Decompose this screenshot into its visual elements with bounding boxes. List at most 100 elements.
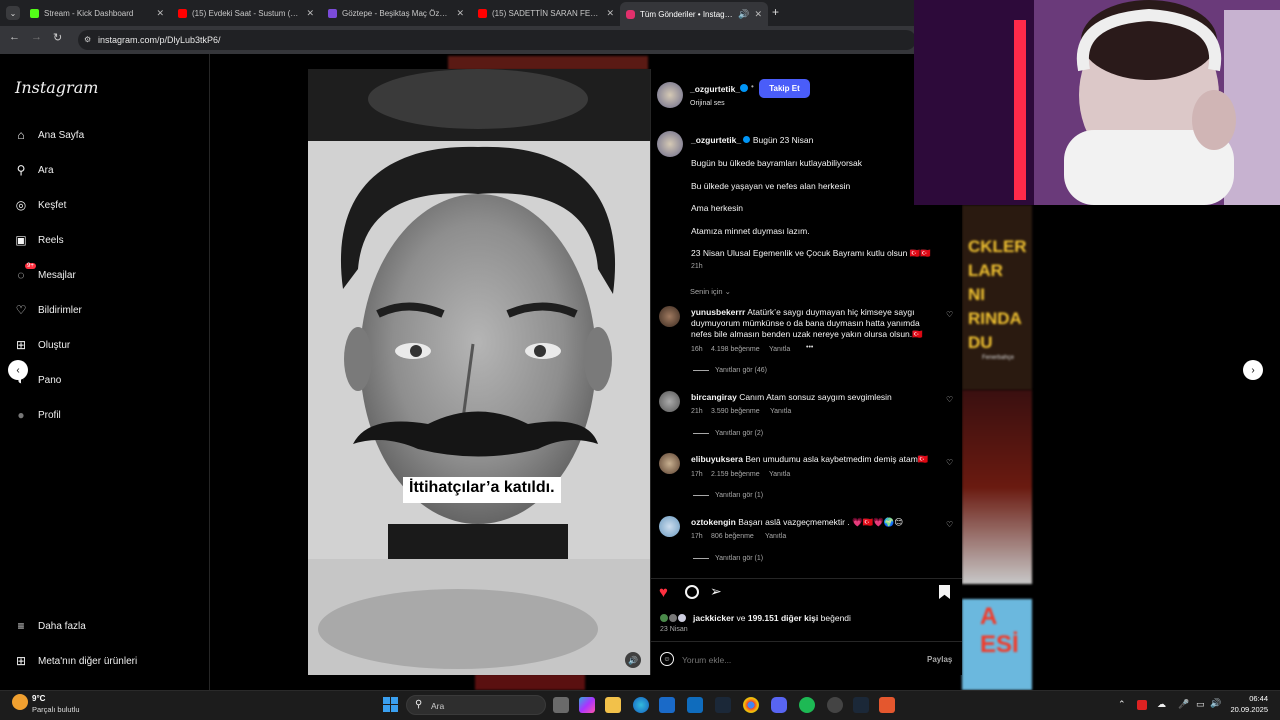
weather-icon[interactable]	[12, 694, 28, 710]
file-explorer-icon[interactable]	[605, 697, 621, 713]
comment-like-icon[interactable]: ♡	[946, 520, 953, 529]
sidebar-item-messages[interactable]: ◌ 9+ Mesajlar	[14, 263, 76, 282]
display-icon[interactable]: ▭	[1196, 699, 1205, 710]
reply-button[interactable]: Yanıtla	[770, 408, 791, 415]
sidebar-item-meta-products[interactable]: ⊞ Meta'nın diğer ürünleri	[14, 654, 137, 668]
app-icon[interactable]	[879, 697, 895, 713]
reply-button[interactable]: Yanıtla	[765, 533, 786, 540]
clock-date[interactable]: 20.09.2025	[1228, 705, 1268, 714]
comment-avatar[interactable]	[659, 453, 680, 474]
mute-icon[interactable]: 🔊	[625, 652, 641, 668]
caption-time[interactable]: 21h	[691, 263, 703, 270]
close-tab-icon[interactable]: ✕	[606, 8, 614, 19]
sidebar-item-explore[interactable]: ◎ Keşfet	[14, 198, 67, 212]
author-username[interactable]: _ozgurtetik_	[690, 84, 740, 94]
view-replies-button[interactable]: Yanıtları gör (1)	[693, 555, 763, 562]
spotify-icon[interactable]	[799, 697, 815, 713]
reply-button[interactable]: Yanıtla	[769, 471, 790, 478]
reply-button[interactable]: Yanıtla	[769, 346, 790, 353]
view-replies-button[interactable]: Yanıtları gör (2)	[693, 430, 763, 437]
comment-like-icon[interactable]: ♡	[946, 310, 953, 319]
task-view-icon[interactable]	[553, 697, 569, 713]
tray-network-icon[interactable]: ☁	[1157, 699, 1166, 710]
tab-youtube-evdeki-saat[interactable]: (15) Evdeki Saat - Sustum (Offi... ✕	[172, 3, 320, 23]
steam-icon[interactable]	[715, 697, 731, 713]
chrome-icon[interactable]	[743, 697, 759, 713]
copilot-icon[interactable]	[579, 697, 595, 713]
sidebar-item-home[interactable]: ⌂ Ana Sayfa	[14, 128, 84, 142]
comment-icon[interactable]	[685, 585, 699, 599]
tab-search-button[interactable]: ⌄	[6, 6, 20, 20]
liked-heart-icon[interactable]: ♥	[659, 584, 668, 601]
caption-avatar[interactable]	[657, 131, 683, 157]
edge-icon[interactable]	[633, 697, 649, 713]
post-comment-button[interactable]: Paylaş	[927, 655, 952, 664]
comment-avatar[interactable]	[659, 306, 680, 327]
comment-username[interactable]: bircangiray	[691, 392, 737, 402]
close-tab-icon[interactable]: ✕	[156, 8, 164, 19]
comment-likes[interactable]: 3.590 beğenme	[711, 408, 760, 415]
likes-count[interactable]: 199.151 diğer kişi	[748, 613, 818, 623]
sidebar-item-notifications[interactable]: ♡ Bildirimler	[14, 303, 82, 317]
tray-chevron-icon[interactable]: ⌃	[1118, 699, 1126, 710]
windows-start-icon[interactable]	[383, 697, 398, 712]
site-info-icon[interactable]: ⚙	[84, 35, 91, 44]
store-icon[interactable]	[659, 697, 675, 713]
close-tab-icon[interactable]: ✕	[456, 8, 464, 19]
forward-icon[interactable]: →	[31, 31, 42, 43]
tab-kick[interactable]: Stream - Kick Dashboard ✕	[24, 3, 170, 23]
view-replies-button[interactable]: Yanıtları gör (1)	[693, 492, 763, 499]
taskbar-search[interactable]: ⚲ Ara	[406, 695, 546, 715]
volume-icon[interactable]: 🔊	[1210, 698, 1221, 709]
comment-username[interactable]: oztokengin	[691, 517, 736, 527]
weather-temperature[interactable]: 9°C	[32, 694, 45, 703]
view-replies-button[interactable]: Yanıtları gör (46)	[693, 367, 767, 374]
new-tab-button[interactable]: +	[772, 5, 779, 19]
comment-likes[interactable]: 4.198 beğenme	[711, 346, 760, 353]
comment-username[interactable]: yunusbekerrr	[691, 307, 745, 317]
clock-time[interactable]: 06:44	[1234, 694, 1268, 703]
comment-avatar[interactable]	[659, 391, 680, 412]
tab-goztepe-besiktas[interactable]: Göztepe - Beşiktaş Maç Özeti (... ✕	[322, 3, 470, 23]
more-options-icon[interactable]: •••	[806, 344, 813, 351]
tab-youtube-sadettin[interactable]: (15) SADETTİN SARAN FENERB... ✕	[472, 3, 620, 23]
sidebar-item-more[interactable]: ≡ Daha fazla	[14, 619, 85, 633]
next-post-button[interactable]: ›	[1243, 360, 1263, 380]
comment-username[interactable]: elibuyuksera	[691, 454, 743, 464]
instagram-logo[interactable]: Instagram	[15, 78, 98, 97]
microphone-icon[interactable]: 🎤	[1178, 699, 1189, 710]
reload-icon[interactable]: ↻	[53, 31, 62, 44]
tab-instagram[interactable]: Tüm Gönderiler • Instagram 🔊 ✕	[620, 2, 768, 26]
comment-likes[interactable]: 2.159 beğenme	[711, 471, 760, 478]
close-tab-icon[interactable]: ✕	[306, 8, 314, 19]
weather-description[interactable]: Parçalı bulutlu	[32, 705, 80, 714]
share-icon[interactable]: ➢	[710, 583, 722, 600]
emoji-icon[interactable]: ☺	[660, 652, 674, 666]
comment-like-icon[interactable]: ♡	[946, 458, 953, 467]
comment-likes[interactable]: 806 beğenme	[711, 533, 754, 540]
liker-username[interactable]: jackkicker	[693, 613, 734, 623]
sidebar-item-profile[interactable]: ● Profil	[14, 408, 60, 422]
caption-line: 23 Nisan Ulusal Egemenlik ve Çocuk Bayra…	[691, 248, 931, 258]
sidebar-item-create[interactable]: ⊞ Oluştur	[14, 338, 70, 352]
url-field[interactable]: ⚙ instagram.com/p/DlyLub3tkP6/	[78, 30, 916, 50]
steam-icon[interactable]	[853, 697, 869, 713]
close-tab-icon[interactable]: ✕	[754, 9, 762, 20]
outlook-icon[interactable]	[687, 697, 703, 713]
back-icon[interactable]: ←	[9, 31, 20, 43]
post-video[interactable]	[308, 69, 650, 675]
comment-sort-dropdown[interactable]: Senin için ⌄	[690, 287, 731, 296]
sidebar-item-search[interactable]: ⚲ Ara	[14, 163, 54, 177]
obs-icon[interactable]	[827, 697, 843, 713]
discord-icon[interactable]	[771, 697, 787, 713]
tray-app-icon[interactable]	[1137, 700, 1147, 710]
sidebar-item-reels[interactable]: ▣ Reels	[14, 233, 63, 247]
comment-input[interactable]	[682, 652, 882, 668]
author-avatar[interactable]	[657, 82, 683, 108]
audio-icon[interactable]: 🔊	[738, 9, 749, 20]
comment-like-icon[interactable]: ♡	[946, 395, 953, 404]
follow-button[interactable]: Takip Et	[759, 79, 810, 98]
audio-label[interactable]: Orijinal ses	[690, 100, 725, 107]
comment-avatar[interactable]	[659, 516, 680, 537]
previous-post-button[interactable]: ‹	[8, 360, 28, 380]
